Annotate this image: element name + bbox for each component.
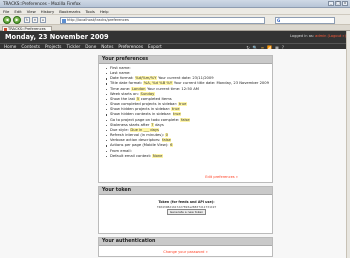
preference-label: Show hidden projects in sidebar:	[110, 107, 171, 112]
token-heading: Your token	[99, 187, 272, 195]
preference-label: Time zone:	[110, 86, 131, 91]
authentication-panel: Your authentication Change your password…	[98, 237, 273, 257]
token-panel: Your token Token (for feeds and API use)…	[98, 186, 273, 234]
logout-link[interactable]: (Logout »)	[328, 34, 346, 38]
preference-extra: completed items	[139, 96, 172, 101]
preference-item: Default email context: None	[106, 153, 266, 159]
page-title-date: Monday, 23 November 2009	[5, 33, 109, 41]
logged-in-label: Logged in as:	[289, 34, 316, 38]
preference-value: London	[131, 86, 146, 91]
preference-label: Go to project page on todo complete:	[110, 117, 180, 122]
menu-bar: File Edit View History Bookmarks Tools H…	[0, 8, 350, 15]
edit-preferences-link[interactable]: Edit preferences »	[205, 175, 238, 179]
maximize-button[interactable]: □	[335, 1, 341, 6]
user-name: admin	[315, 34, 327, 38]
preference-label: Default email context:	[110, 153, 152, 158]
window-title: TRACKS::Preferences - Mozilla Firefox	[3, 1, 81, 6]
preference-extra: Your current time: 12:50 AM	[145, 86, 199, 91]
preference-label: First name:	[110, 66, 131, 70]
search-input[interactable]: G	[275, 16, 335, 24]
preference-label: Date format:	[110, 76, 134, 81]
window-controls: _ □ x	[328, 1, 348, 6]
preference-extra: Your current date: 23/11/2009	[156, 76, 214, 81]
token-value: f404398d1617d27893a2883fd11731197	[156, 204, 217, 209]
reload-icon[interactable]: ↻	[24, 17, 30, 23]
menu-edit[interactable]: Edit	[14, 9, 21, 14]
generate-token-button[interactable]: Generate a new token	[166, 209, 207, 216]
close-button[interactable]: x	[342, 1, 348, 6]
navigation-toolbar: ◀ ▶ ↻ ✕ ⌂ http://localhost/tracks/prefer…	[0, 15, 350, 25]
preference-value: 0	[165, 133, 169, 138]
preference-label: Show hidden contexts in sidebar:	[110, 112, 172, 117]
back-button[interactable]: ◀	[3, 16, 11, 24]
preference-value: true	[172, 112, 182, 117]
app-header: Monday, 23 November 2009 Logged in as: a…	[0, 31, 350, 43]
menu-history[interactable]: History	[41, 9, 55, 14]
preference-label: Show completed projects in sidebar:	[110, 102, 178, 107]
page-scrollbar[interactable]	[346, 31, 350, 258]
change-password-link[interactable]: Change your password »	[99, 250, 272, 254]
preference-label: Due style:	[110, 127, 129, 132]
preference-label: Staleness starts after	[110, 122, 150, 127]
preference-label: Verbose action descriptors:	[110, 138, 161, 143]
preference-extra: Your current title date: Monday, 23 Nove…	[172, 81, 269, 86]
preferences-panel: Your preferences First name: Last name: …	[98, 55, 273, 183]
home-icon[interactable]: ⌂	[40, 17, 46, 23]
preferences-heading: Your preferences	[99, 56, 272, 64]
menu-help[interactable]: Help	[100, 9, 109, 14]
preference-label: Refresh interval (in minutes):	[110, 133, 164, 138]
authentication-heading: Your authentication	[99, 238, 272, 246]
preference-value: false	[180, 117, 191, 122]
window-titlebar: TRACKS::Preferences - Mozilla Firefox _ …	[0, 0, 350, 8]
preference-value: Due in ___ days	[129, 127, 160, 132]
preference-value: 6	[169, 143, 174, 148]
token-label: Token (for feeds and API use):	[158, 200, 215, 204]
menu-bookmarks[interactable]: Bookmarks	[59, 9, 80, 14]
preference-value: Sunday	[139, 91, 155, 96]
preference-label: From email:	[110, 148, 132, 153]
stop-icon[interactable]: ✕	[32, 17, 38, 23]
menu-file[interactable]: File	[3, 9, 9, 14]
preference-label: Title date format:	[110, 81, 143, 86]
preference-value: %A, %d %B %Y	[143, 81, 173, 86]
preference-label: Show the last	[110, 96, 135, 101]
menu-tools[interactable]: Tools	[85, 9, 94, 14]
preference-value: true	[171, 107, 180, 112]
minimize-button[interactable]: _	[328, 1, 334, 6]
preference-label: Week starts on:	[110, 91, 139, 96]
preference-value: %d/%m/%Y	[134, 76, 157, 81]
forward-button[interactable]: ▶	[13, 16, 21, 24]
menu-view[interactable]: View	[27, 9, 36, 14]
preference-label: Actions per page (Mobile View):	[110, 143, 169, 148]
preference-value: true	[178, 102, 187, 107]
preference-label: Last name:	[110, 71, 131, 76]
address-bar[interactable]: http://localhost/tracks/preferences	[60, 16, 265, 24]
main-content: Your preferences First name: Last name: …	[0, 49, 350, 258]
preferences-list: First name: Last name: Date format: %d/%…	[99, 64, 272, 159]
preference-value: false	[161, 138, 172, 143]
preference-value: None	[152, 153, 163, 158]
address-url: http://localhost/tracks/preferences	[67, 17, 129, 22]
user-info: Logged in as: admin (Logout »)	[290, 34, 346, 38]
google-search-icon: G	[277, 18, 281, 23]
site-favicon-icon	[62, 18, 66, 23]
tab-label: TRACKS::Preferences	[8, 26, 46, 31]
preference-extra: days	[153, 122, 164, 127]
token-box: Token (for feeds and API use): f404398d1…	[146, 200, 227, 216]
